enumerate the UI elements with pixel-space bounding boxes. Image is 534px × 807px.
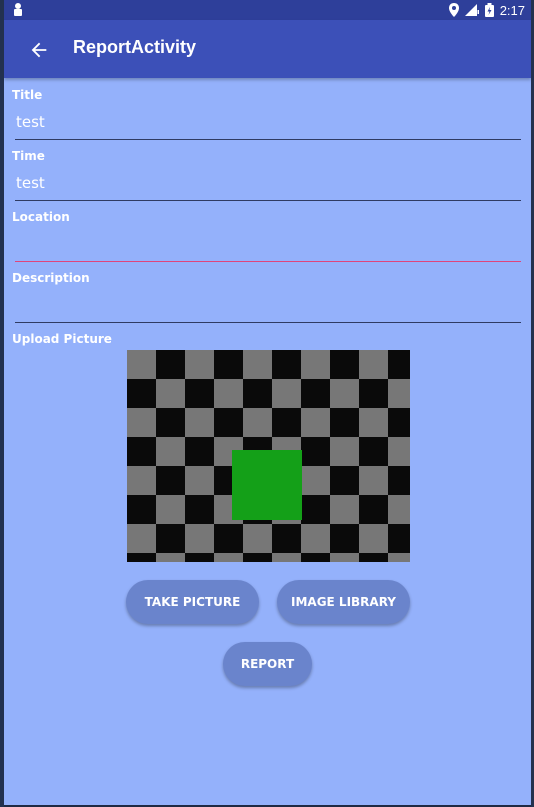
location-icon [448, 3, 459, 17]
time-input[interactable] [15, 166, 521, 200]
time-label: Time [12, 149, 45, 163]
app-screen: 2:17 ReportActivity Title Time Location … [4, 0, 531, 805]
report-button[interactable]: REPORT [223, 642, 312, 686]
page-title: ReportActivity [73, 37, 197, 57]
title-label: Title [12, 88, 43, 102]
upload-picture-label: Upload Picture [12, 332, 112, 346]
description-input[interactable] [15, 288, 521, 322]
notification-icon [14, 3, 22, 16]
status-icons: 2:17 [448, 2, 525, 18]
status-bar: 2:17 [4, 0, 531, 20]
battery-icon [484, 3, 494, 17]
location-field[interactable] [15, 227, 521, 262]
status-time: 2:17 [499, 2, 525, 18]
title-input[interactable] [15, 105, 521, 139]
location-label: Location [12, 210, 70, 224]
image-library-button[interactable]: IMAGE LIBRARY [277, 580, 410, 624]
time-field[interactable] [15, 166, 521, 201]
description-field[interactable] [15, 288, 521, 323]
take-picture-button[interactable]: TAKE PICTURE [126, 580, 259, 624]
signal-icon [464, 4, 479, 16]
title-field[interactable] [15, 105, 521, 140]
arrow-back-icon[interactable] [28, 39, 50, 61]
description-label: Description [12, 271, 90, 285]
app-bar: ReportActivity [4, 20, 531, 78]
picture-preview-content [232, 450, 302, 520]
picture-preview [127, 350, 410, 562]
location-input[interactable] [15, 227, 521, 261]
